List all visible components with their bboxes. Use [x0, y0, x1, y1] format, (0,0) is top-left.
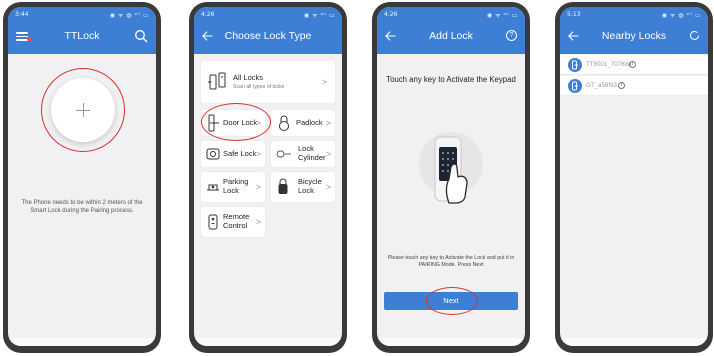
chevron-right-icon: >: [255, 118, 261, 128]
nav-bar: [377, 338, 525, 346]
status-icons: ◉ ᯤ ◍ ᵒˡˡ ▭: [109, 12, 149, 19]
chevron-right-icon: >: [325, 149, 331, 159]
search-icon[interactable]: [134, 29, 148, 43]
page-title: Add Lock: [429, 30, 473, 42]
status-time: 4:26: [384, 11, 398, 18]
status-bar: 5:13 ◉ ᯤ ◍ ᵒˡˡ ▭: [560, 10, 708, 20]
all-locks-subtitle: Scan all types of locks: [233, 84, 285, 90]
status-time: 4:26: [201, 11, 215, 18]
status-icons: ◉ ᯤ ᵒˡˡ ▭: [486, 12, 518, 19]
status-bar: 4:26 ◉ ᯤ ᵒˡˡ ▭: [377, 10, 525, 20]
status-bar: 3:44 ◉ ᯤ ◍ ᵒˡˡ ▭: [8, 10, 156, 20]
all-locks-option[interactable]: All Locks Scan all types of locks >: [201, 61, 335, 103]
info-icon[interactable]: i: [629, 60, 636, 68]
bicycle-lock-option[interactable]: Bicycle Lock >: [271, 172, 335, 202]
phone-add-lock: 4:26 ◉ ᯤ ᵒˡˡ ▭ Add Lock ? Touch any key …: [372, 2, 530, 353]
lock-name: GT_a59f93: [586, 82, 617, 89]
lock-icon: [568, 79, 582, 93]
nav-bar: [560, 338, 708, 346]
lock-cylinder-label: Lock Cylinder: [298, 144, 326, 162]
list-item[interactable]: GT_a59f93 i: [560, 76, 708, 96]
remote-control-option[interactable]: Remote Control >: [201, 207, 265, 237]
nav-bar: [194, 338, 342, 346]
parking-lock-option[interactable]: Parking Lock >: [201, 172, 265, 202]
nearby-locks-screen: 5:13 ◉ ᯤ ◍ ᵒˡˡ ▭ Nearby Locks TT8001_707…: [560, 7, 708, 346]
next-button[interactable]: Next: [384, 292, 518, 310]
safe-lock-option[interactable]: Safe Lock >: [201, 141, 265, 167]
status-time: 3:44: [15, 11, 29, 18]
add-lock-button[interactable]: [51, 78, 115, 142]
chevron-right-icon: >: [255, 182, 261, 192]
all-locks-icon: [208, 72, 226, 90]
status-bar: 4:26 ◉ ᯤ ᵒˡˡ ▭: [194, 10, 342, 20]
info-icon[interactable]: i: [618, 81, 625, 89]
app-bar: 4:26 ◉ ᯤ ᵒˡˡ ▭ Choose Lock Type: [194, 7, 342, 54]
title-bar: Add Lock ?: [377, 23, 525, 49]
status-icons: ◉ ᯤ ᵒˡˡ ▭: [303, 12, 335, 19]
list-item[interactable]: TT8001_7076da i: [560, 55, 708, 75]
lock-icon: [568, 58, 582, 72]
bicycle-lock-label: Bicycle Lock: [298, 177, 322, 195]
status-icons: ◉ ᯤ ◍ ᵒˡˡ ▭: [661, 12, 701, 19]
bicycle-icon: [278, 178, 288, 194]
pairing-instruction: Please touch any key to Activate the Loc…: [387, 255, 515, 268]
safe-lock-label: Safe Lock: [223, 149, 257, 158]
help-icon[interactable]: ?: [506, 30, 517, 41]
padlock-label: Padlock: [296, 118, 323, 127]
title-bar: TTLock: [8, 23, 156, 49]
nav-bar: [8, 338, 156, 346]
status-time: 5:13: [567, 11, 581, 18]
add-lock-screen: 4:26 ◉ ᯤ ᵒˡˡ ▭ Add Lock ? Touch any key …: [377, 7, 525, 346]
padlock-icon: [279, 115, 289, 131]
page-title: Choose Lock Type: [224, 30, 312, 42]
keypad-hand-icon: [434, 136, 468, 204]
home-screen: 3:44 ◉ ᯤ ◍ ᵒˡˡ ▭ TTLock The Phone needs …: [8, 7, 156, 346]
lock-cylinder-option[interactable]: Lock Cylinder >: [271, 141, 335, 167]
chevron-right-icon: >: [321, 77, 327, 87]
lock-name: TT8001_7076da: [586, 61, 632, 68]
all-locks-label: All Locks: [233, 73, 264, 82]
app-bar: 3:44 ◉ ᯤ ◍ ᵒˡˡ ▭ TTLock: [8, 7, 156, 54]
pairing-hint: The Phone needs to be within 2 meters of…: [21, 200, 143, 214]
lock-icon: [208, 114, 219, 132]
phone-nearby-locks: 5:13 ◉ ᯤ ◍ ᵒˡˡ ▭ Nearby Locks TT8001_707…: [555, 2, 713, 353]
app-bar: 5:13 ◉ ᯤ ◍ ᵒˡˡ ▭ Nearby Locks: [560, 7, 708, 54]
parking-icon: [207, 184, 219, 191]
remote-control-label: Remote Control: [223, 212, 250, 230]
padlock-option[interactable]: Padlock >: [271, 110, 335, 136]
chevron-right-icon: >: [255, 149, 261, 159]
chevron-right-icon: >: [325, 182, 331, 192]
door-lock-option[interactable]: Door Lock >: [201, 110, 265, 136]
phone-home: 3:44 ◉ ᯤ ◍ ᵒˡˡ ▭ TTLock The Phone needs …: [3, 2, 161, 353]
refresh-icon[interactable]: [689, 30, 700, 41]
title-bar: Choose Lock Type: [194, 23, 342, 49]
choose-lock-screen: 4:26 ◉ ᯤ ᵒˡˡ ▭ Choose Lock Type All Lock…: [194, 7, 342, 346]
chevron-right-icon: >: [325, 118, 331, 128]
app-bar: 4:26 ◉ ᯤ ᵒˡˡ ▭ Add Lock ?: [377, 7, 525, 54]
page-title: Nearby Locks: [601, 30, 667, 42]
chevron-right-icon: >: [255, 217, 261, 227]
parking-lock-label: Parking Lock: [223, 177, 249, 195]
phone-choose-lock-type: 4:26 ◉ ᯤ ᵒˡˡ ▭ Choose Lock Type All Lock…: [189, 2, 347, 353]
remote-icon: [208, 214, 218, 230]
door-lock-label: Door Lock: [223, 118, 258, 127]
instruction-title: Touch any key to Activate the Keypad: [386, 75, 516, 84]
title-bar: Nearby Locks: [560, 23, 708, 49]
cylinder-icon: [276, 150, 291, 158]
safe-icon: [206, 148, 220, 160]
